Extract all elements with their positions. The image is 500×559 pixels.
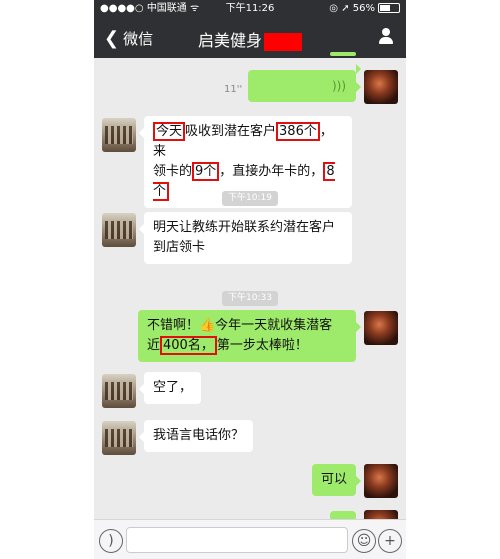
voice-icon: ) xyxy=(108,533,114,549)
timestamp: 下午10:19 xyxy=(94,185,406,206)
avatar-self[interactable] xyxy=(364,70,398,104)
plus-icon: + xyxy=(384,533,396,549)
voice-input-button[interactable]: ) xyxy=(99,529,123,553)
message-input[interactable] xyxy=(126,527,348,553)
more-button[interactable]: + xyxy=(378,529,402,553)
smiley-icon: ☺ xyxy=(356,533,372,549)
message-bubble[interactable]: 空了， xyxy=(138,372,202,404)
contact-info-button[interactable] xyxy=(378,28,394,44)
nav-bar: ❮ 微信 启美健身 xyxy=(94,18,406,58)
message-bubble[interactable]: 明天让教练开始联系约潜在客户到店领卡 xyxy=(139,212,352,264)
timestamp: 下午10:33 xyxy=(94,285,406,306)
voice-wave-icon: ))) xyxy=(331,79,346,93)
avatar-contact[interactable] xyxy=(102,118,136,152)
message-bubble[interactable]: 我语言电话你？ xyxy=(138,420,254,452)
highlight-box: 今天 xyxy=(153,122,186,141)
message-bubble[interactable]: 不错啊！👍今年一天就收集潜客 近 400名， 第一步太棒啦！ xyxy=(138,310,361,362)
header-bar: ●●●●○ 中国联通 ᯤ 下午11:26 ◎ ➚ 56% ❮ 微信 启美健身 xyxy=(94,0,406,58)
avatar-self[interactable] xyxy=(364,311,398,345)
message-bubble-cropped xyxy=(330,52,361,74)
chat-title: 启美健身 xyxy=(94,27,406,51)
avatar-contact[interactable] xyxy=(102,374,136,408)
avatar-contact[interactable] xyxy=(102,213,136,247)
battery-percent: 56% xyxy=(352,3,375,14)
avatar-self[interactable] xyxy=(364,464,398,498)
status-right: ◎ ➚ 56% xyxy=(329,0,400,18)
redaction-mark xyxy=(264,32,302,51)
voice-message[interactable]: ))) xyxy=(248,70,361,102)
voice-duration: 11'' xyxy=(224,84,243,95)
input-bar: ) ☺ + xyxy=(94,519,406,559)
highlight-box: 9个 xyxy=(192,162,220,181)
highlight-box: 386个 xyxy=(276,122,320,141)
emoji-button[interactable]: ☺ xyxy=(352,529,376,553)
avatar-contact[interactable] xyxy=(102,421,136,455)
status-bar: ●●●●○ 中国联通 ᯤ 下午11:26 ◎ ➚ 56% xyxy=(94,0,406,18)
highlight-box: 400名， xyxy=(160,336,217,355)
message-bubble[interactable]: 可以 xyxy=(311,464,362,496)
phone-screen: ●●●●○ 中国联通 ᯤ 下午11:26 ◎ ➚ 56% ❮ 微信 启美健身 ))… xyxy=(94,0,406,559)
battery-icon xyxy=(378,3,400,13)
person-icon xyxy=(382,28,390,36)
